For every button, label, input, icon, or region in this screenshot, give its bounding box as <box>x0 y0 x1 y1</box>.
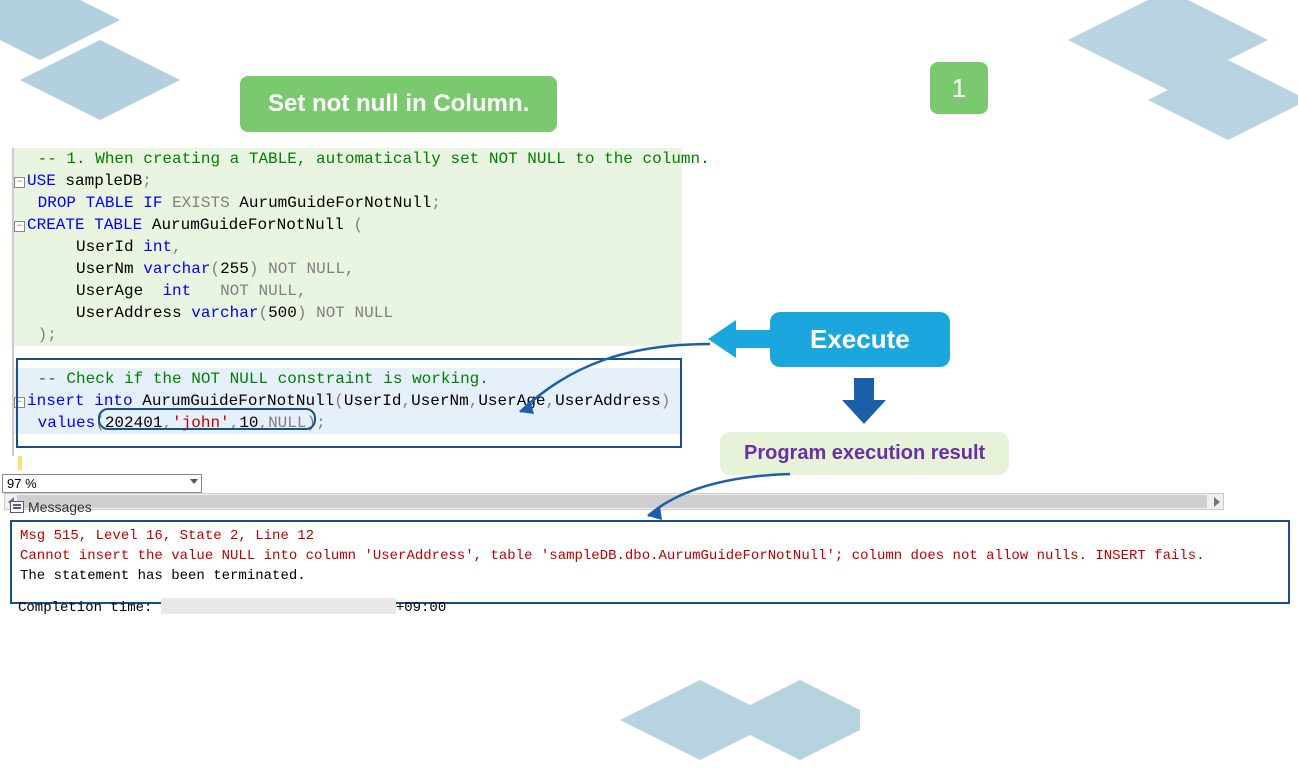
code-line[interactable]: -- 1. When creating a TABLE, automatical… <box>14 148 682 170</box>
fold-icon[interactable]: − <box>14 221 25 232</box>
message-line: The statement has been terminated. <box>20 566 1280 586</box>
code-line[interactable]: UserNm varchar(255) NOT NULL, <box>14 258 682 280</box>
code-line[interactable]: UserAge int NOT NULL, <box>14 280 682 302</box>
chevron-down-icon <box>190 479 198 484</box>
code-line[interactable]: −CREATE TABLE AurumGuideForNotNull ( <box>14 214 682 236</box>
messages-tab-label: Messages <box>28 499 92 515</box>
connector-curve-execute <box>510 334 720 429</box>
redacted-timestamp <box>161 598 396 614</box>
scroll-thumb[interactable] <box>17 495 1207 508</box>
zoom-select[interactable] <box>2 474 202 493</box>
connector-curve-result <box>640 468 800 533</box>
code-line[interactable]: DROP TABLE IF EXISTS AurumGuideForNotNul… <box>14 192 682 214</box>
horizontal-scrollbar[interactable] <box>4 493 1224 510</box>
step-number-badge: 1 <box>930 62 988 114</box>
scroll-right-icon[interactable] <box>1214 497 1220 507</box>
arrow-down-icon <box>842 378 886 429</box>
zoom-select-wrap[interactable] <box>0 474 202 493</box>
title-badge: Set not null in Column. <box>240 76 557 132</box>
completion-time: Completion time: +09:00 <box>18 598 446 616</box>
bg-shape-b <box>620 680 860 780</box>
code-line[interactable]: −USE sampleDB; <box>14 170 682 192</box>
code-line[interactable]: UserId int, <box>14 236 682 258</box>
bg-shape-tr <box>1028 0 1298 200</box>
execute-annotation: Execute <box>770 312 950 367</box>
values-highlight <box>98 408 316 430</box>
error-line: Cannot insert the value NULL into column… <box>20 546 1280 566</box>
messages-tab[interactable]: Messages <box>2 496 100 518</box>
code-line[interactable]: UserAddress varchar(500) NOT NULL <box>14 302 682 324</box>
fold-icon[interactable]: − <box>14 177 25 188</box>
messages-icon <box>10 501 24 513</box>
